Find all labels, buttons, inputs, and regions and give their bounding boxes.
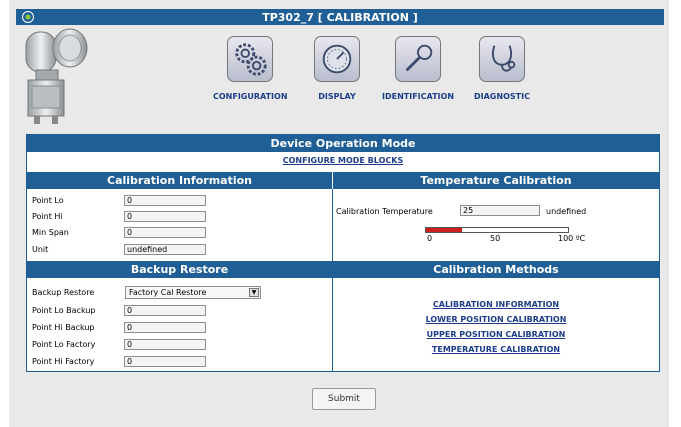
point-lo-backup-label: Point Lo Backup bbox=[32, 306, 96, 315]
point-lo-factory-label: Point Lo Factory bbox=[32, 340, 96, 349]
right-margin bbox=[669, 0, 681, 427]
point-hi-backup-input[interactable]: 0 bbox=[124, 322, 206, 333]
calibration-temperature-input[interactable]: 25 bbox=[460, 205, 540, 216]
left-margin bbox=[0, 0, 9, 427]
chevron-down-icon[interactable]: ▼ bbox=[249, 288, 259, 297]
transmitter-device-icon bbox=[25, 28, 88, 124]
stethoscope-icon[interactable] bbox=[478, 36, 525, 82]
upper-position-calibration-link[interactable]: UPPER POSITION CALIBRATION bbox=[427, 330, 566, 339]
device-operation-header: Device Operation Mode bbox=[27, 135, 659, 152]
calibration-information-link[interactable]: CALIBRATION INFORMATION bbox=[433, 300, 559, 309]
nav-configuration-label[interactable]: CONFIGURATION bbox=[213, 92, 288, 101]
point-lo-factory-input[interactable]: 0 bbox=[124, 339, 206, 350]
temperature-tick-0: 0 bbox=[427, 234, 433, 243]
temperature-tick-100: 100 ºC bbox=[558, 234, 586, 243]
nav-diagnostic[interactable]: DIAGNOSTIC bbox=[474, 36, 530, 101]
calibration-temperature-label: Calibration Temperature bbox=[336, 207, 433, 216]
point-lo-input[interactable]: 0 bbox=[124, 195, 206, 206]
magnifier-icon[interactable] bbox=[395, 36, 442, 82]
point-hi-label: Point Hi bbox=[32, 212, 63, 221]
app-logo-icon bbox=[22, 11, 34, 23]
submit-button[interactable]: Submit bbox=[312, 388, 376, 410]
nav-diagnostic-label[interactable]: DIAGNOSTIC bbox=[474, 92, 530, 101]
point-hi-factory-label: Point Hi Factory bbox=[32, 357, 95, 366]
calibration-info-title: Calibration Information bbox=[107, 174, 252, 187]
nav-configuration[interactable]: CONFIGURATION bbox=[213, 36, 288, 101]
temperature-calibration-link[interactable]: TEMPERATURE CALIBRATION bbox=[432, 345, 560, 354]
temperature-calibration-title: Temperature Calibration bbox=[420, 174, 572, 187]
backup-restore-select[interactable]: Factory Cal Restore ▼ bbox=[125, 286, 261, 299]
calibration-methods-title: Calibration Methods bbox=[433, 263, 559, 276]
unit-label: Unit bbox=[32, 245, 49, 254]
unit-input[interactable]: undefined bbox=[124, 244, 206, 255]
title-bar: TP302_7 [ CALIBRATION ] bbox=[16, 9, 664, 25]
calibration-panel: Device Operation Mode CONFIGURE MODE BLO… bbox=[26, 134, 660, 372]
nav-display-label[interactable]: DISPLAY bbox=[314, 92, 360, 101]
configure-mode-blocks-link[interactable]: CONFIGURE MODE BLOCKS bbox=[283, 156, 403, 165]
point-hi-backup-label: Point Hi Backup bbox=[32, 323, 95, 332]
device-operation-title: Device Operation Mode bbox=[270, 137, 416, 150]
nav-identification[interactable]: IDENTIFICATION bbox=[382, 36, 454, 101]
gauge-icon[interactable] bbox=[314, 36, 360, 82]
backup-restore-title: Backup Restore bbox=[130, 263, 229, 276]
configure-mode-row: CONFIGURE MODE BLOCKS bbox=[27, 156, 659, 165]
backup-restore-label: Backup Restore bbox=[32, 288, 95, 297]
nav-display[interactable]: DISPLAY bbox=[314, 36, 360, 101]
point-lo-backup-input[interactable]: 0 bbox=[124, 305, 206, 316]
nav-identification-label[interactable]: IDENTIFICATION bbox=[382, 92, 454, 101]
temperature-unit-text: undefined bbox=[546, 207, 587, 216]
point-hi-factory-input[interactable]: 0 bbox=[124, 356, 206, 367]
page-title: TP302_7 [ CALIBRATION ] bbox=[262, 10, 418, 24]
point-hi-input[interactable]: 0 bbox=[124, 211, 206, 222]
min-span-label: Min Span bbox=[32, 228, 69, 237]
calibration-methods-header: Calibration Methods bbox=[333, 261, 659, 278]
calibration-methods-list: CALIBRATION INFORMATION LOWER POSITION C… bbox=[333, 297, 659, 357]
gears-icon[interactable] bbox=[227, 36, 274, 82]
temperature-bar bbox=[425, 227, 569, 233]
backup-restore-selected: Factory Cal Restore bbox=[129, 288, 207, 297]
point-lo-label: Point Lo bbox=[32, 196, 64, 205]
backup-restore-header: Backup Restore bbox=[27, 261, 332, 278]
lower-position-calibration-link[interactable]: LOWER POSITION CALIBRATION bbox=[426, 315, 567, 324]
calibration-info-header: Calibration Information bbox=[27, 172, 332, 189]
temperature-tick-50: 50 bbox=[490, 234, 501, 243]
temperature-bar-fill bbox=[426, 228, 462, 232]
min-span-input[interactable]: 0 bbox=[124, 227, 206, 238]
temperature-calibration-header: Temperature Calibration bbox=[333, 172, 659, 189]
